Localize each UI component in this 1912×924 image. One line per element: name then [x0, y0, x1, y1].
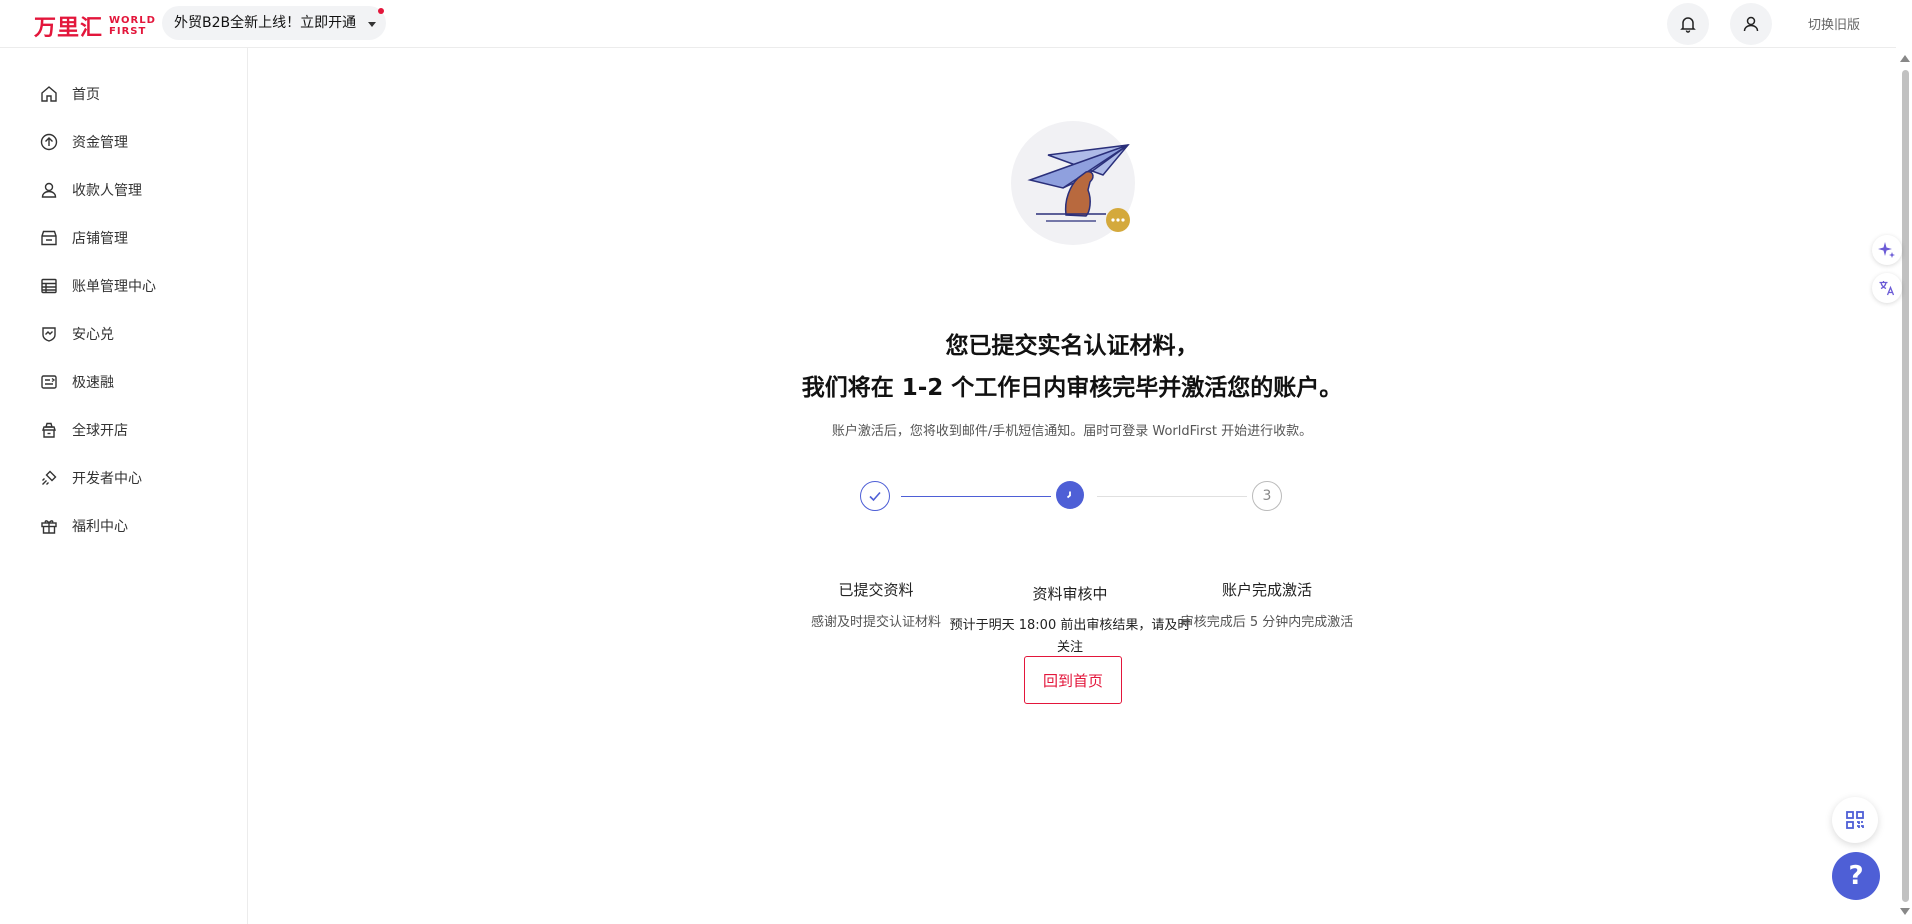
step-connector-pending: [1097, 496, 1247, 497]
store-icon: [41, 230, 57, 246]
sidebar-item-label: 开发者中心: [72, 471, 142, 487]
sidebar: 首页 资金管理 收款人管理 店铺管理 账单管理中心 安心兑 极速融 全球开店 开…: [0, 48, 248, 924]
translate-icon: [1879, 281, 1895, 296]
sidebar-item-label: 账单管理中心: [72, 279, 156, 295]
translate-button[interactable]: [1872, 273, 1902, 303]
back-to-home-button[interactable]: 回到首页: [1024, 656, 1122, 704]
sidebar-item-developer[interactable]: 开发者中心: [0, 454, 248, 502]
clock-icon: [1066, 491, 1071, 499]
logo-cn-text: 万里汇: [34, 16, 104, 41]
check-icon: [869, 491, 881, 502]
sidebar-item-label: 极速融: [72, 375, 114, 391]
step-connector-done: [901, 496, 1051, 497]
sidebar-item-bills[interactable]: 账单管理中心: [0, 262, 248, 310]
chevron-down-icon: [368, 22, 377, 27]
worldfirst-logo[interactable]: 万里汇 WORLD FIRST: [34, 10, 156, 42]
qr-code-button[interactable]: [1832, 797, 1878, 843]
step-1-title: 已提交资料: [838, 581, 914, 599]
scrollbar-thumb[interactable]: [1902, 70, 1909, 902]
global-shop-icon: [42, 422, 56, 438]
promo-dropdown[interactable]: 外贸B2B全新上线！立即开通: [162, 6, 387, 40]
main-content: 您已提交实名认证材料， 我们将在 1-2 个工作日内审核完毕并激活您的账户。 账…: [248, 48, 1896, 924]
step-2-title: 资料审核中: [1032, 585, 1108, 603]
sidebar-item-home[interactable]: 首页: [0, 70, 248, 118]
notification-dot: [378, 8, 385, 14]
bell-icon: [1680, 17, 1696, 33]
step-3-title: 账户完成激活: [1221, 581, 1312, 599]
sidebar-item-label: 福利中心: [72, 519, 128, 535]
bill-icon: [41, 278, 57, 294]
top-bar: 万里汇 WORLD FIRST 外贸B2B全新上线！立即开通 切换旧版: [0, 0, 1896, 48]
page-heading-line2: 我们将在 1-2 个工作日内审核完毕并激活您的账户。: [801, 375, 1343, 401]
sidebar-item-global-shop[interactable]: 全球开店: [0, 406, 248, 454]
step-1-indicator: [860, 481, 890, 511]
question-mark-icon: ?: [1848, 861, 1864, 891]
switch-old-version-link[interactable]: 切换旧版: [1808, 14, 1860, 33]
sidebar-item-label: 收款人管理: [72, 183, 142, 199]
sparkle-icon: [1878, 242, 1895, 258]
sidebar-item-benefits[interactable]: 福利中心: [0, 502, 248, 550]
sidebar-item-label: 安心兑: [72, 327, 114, 343]
step-3-indicator: 3: [1252, 481, 1282, 511]
finance-icon: [41, 375, 57, 389]
user-icon: [41, 182, 57, 198]
ai-assistant-button[interactable]: [1872, 235, 1902, 265]
page-heading-line1: 您已提交实名认证材料，: [945, 333, 1199, 359]
step-2-indicator: [1056, 481, 1084, 509]
sidebar-item-label: 全球开店: [72, 423, 128, 439]
developer-icon: [42, 470, 57, 485]
sidebar-item-label: 店铺管理: [72, 231, 128, 247]
activation-notice: 账户激活后，您将收到邮件/手机短信通知。届时可登录 WorldFirst 开始进…: [831, 424, 1313, 439]
sidebar-item-label: 资金管理: [72, 135, 128, 151]
sidebar-item-payees[interactable]: 收款人管理: [0, 166, 248, 214]
qr-code-icon: [1846, 811, 1864, 829]
sidebar-item-funds[interactable]: 资金管理: [0, 118, 248, 166]
sidebar-item-label: 首页: [72, 87, 100, 103]
upload-circle-icon: [40, 133, 58, 151]
scroll-up-arrow-icon[interactable]: [1900, 54, 1910, 62]
logo-en-text: WORLD FIRST: [109, 15, 156, 37]
exchange-icon: [42, 327, 56, 342]
sidebar-item-stores[interactable]: 店铺管理: [0, 214, 248, 262]
step-3-desc: 审核完成后 5 分钟内完成激活: [1180, 615, 1354, 630]
user-icon: [1743, 16, 1759, 32]
step-3-number: 3: [1262, 488, 1272, 504]
user-account-button[interactable]: [1730, 3, 1772, 45]
scroll-down-arrow-icon[interactable]: [1900, 908, 1910, 916]
gift-icon: [41, 520, 57, 534]
help-button[interactable]: ?: [1832, 852, 1880, 900]
home-icon: [41, 86, 57, 102]
paper-plane-illustration: [1011, 121, 1135, 245]
sidebar-item-finance[interactable]: 极速融: [0, 358, 248, 406]
promo-label: 外贸B2B全新上线！立即开通: [174, 15, 357, 31]
notifications-button[interactable]: [1667, 3, 1709, 45]
sidebar-item-exchange[interactable]: 安心兑: [0, 310, 248, 358]
